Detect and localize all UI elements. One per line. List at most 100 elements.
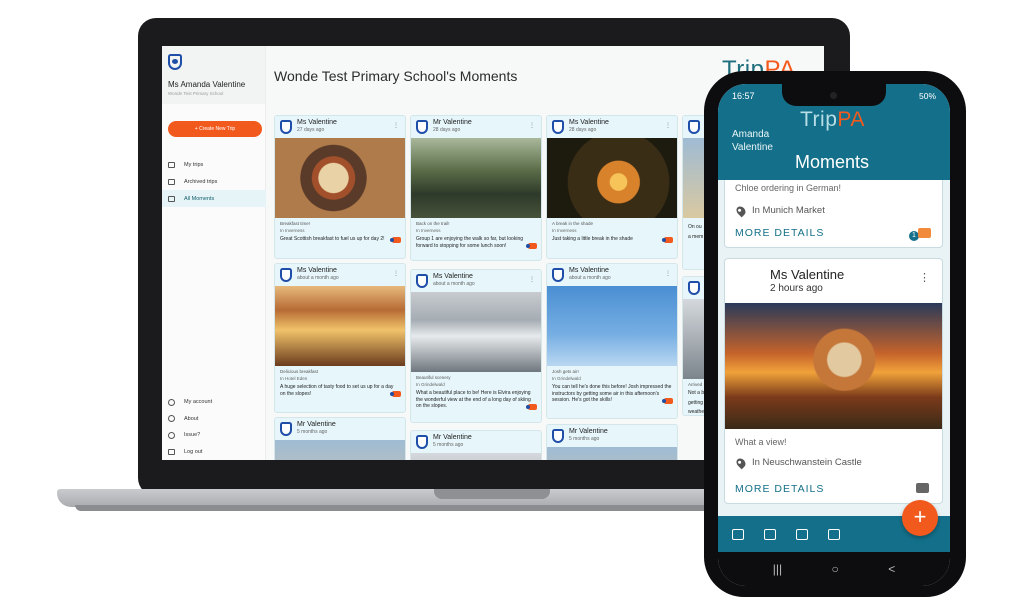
like-icon[interactable] [390,236,401,243]
kebab-menu-icon[interactable]: ⋮ [665,122,671,129]
card-caption: Chloe ordering in German! [735,183,842,193]
like-icon[interactable] [916,483,929,493]
card-location: In Hotel Eden [280,376,308,381]
card-time: 27 days ago [297,127,325,133]
moment-photo[interactable] [275,138,405,218]
briefcase-icon[interactable] [732,528,744,540]
card-time: 28 days ago [569,127,597,133]
home-icon[interactable]: ○ [832,562,839,576]
card-text: Great Scottish breakfast to fuel us up f… [280,236,385,242]
moment-photo[interactable] [275,440,405,460]
moment-card[interactable]: Mr Valentine 5 months ago [546,424,678,460]
create-trip-button[interactable]: + Create New Trip [168,121,262,137]
archive-icon[interactable] [828,528,840,540]
sidebar-item-my-trips[interactable]: My trips [162,156,266,173]
logout-icon [168,448,175,455]
moments-icon[interactable] [796,528,808,540]
card-author: Ms Valentine [569,119,609,126]
sidebar-item-archived-trips[interactable]: Archived trips [162,173,266,190]
page-title: Moments [795,152,870,172]
moment-card[interactable]: Mr Valentine 5 months ago [410,430,542,460]
phone-user: Amanda Valentine [732,128,773,154]
moment-photo[interactable] [411,138,541,218]
sidebar-item-label: Issue? [184,432,201,439]
kebab-menu-icon[interactable]: ⋮ [919,271,930,284]
calendar-icon[interactable] [764,528,776,540]
like-icon[interactable] [526,403,537,410]
moment-photo[interactable] [275,286,405,366]
moment-photo[interactable] [547,286,677,366]
sidebar-item-my-account[interactable]: My account [162,394,266,411]
tripa-logo: TripPA [800,108,865,132]
kebab-menu-icon[interactable]: ⋮ [529,276,535,283]
card-author: Ms Valentine [433,273,473,280]
kebab-menu-icon[interactable]: ⋮ [665,270,671,277]
sidebar-item-all-moments[interactable]: All Moments [162,190,266,207]
sidebar-item-log-out[interactable]: Log out [162,444,266,461]
card-location: In Neuschwanstein Castle [734,456,862,469]
sidebar-item-issue[interactable]: Issue? [162,427,266,444]
like-icon[interactable] [526,243,537,249]
card-time: 5 months ago [569,436,600,442]
card-author: Mr Valentine [433,434,472,441]
card-author: Ms Valentine [569,267,609,274]
avatar [552,429,564,443]
card-caption: What a view! [735,437,787,447]
logo-part-1: Trip [800,108,838,131]
kebab-menu-icon[interactable]: ⋮ [393,270,399,277]
card-location-text: In Neuschwanstein Castle [752,457,862,468]
moment-card[interactable]: Ms Valentine about a month ago ⋮ Josh ge… [546,263,678,419]
moment-photo[interactable] [547,138,677,218]
add-moment-button[interactable]: + [902,500,938,536]
card-time: 5 months ago [297,429,328,435]
sidebar-item-label: My account [184,399,213,406]
moment-photo[interactable] [725,303,942,429]
card-location-text: In Munich Market [752,205,825,216]
card-time: 28 days ago [433,127,461,133]
moment-card[interactable]: Ms Valentine about a month ago ⋮ Beautif… [410,269,542,423]
back-icon[interactable]: < [888,562,895,576]
card-location: In Inverness [416,228,441,233]
sidebar-item-label: My trips [184,161,204,168]
card-location: In Inverness [552,228,577,233]
logo-part-2: PA [837,108,865,131]
moments-icon [168,195,175,202]
card-text: Just taking a little break in the shade [552,236,633,242]
card-location: In Munich Market [734,204,825,217]
like-icon[interactable] [390,391,401,397]
card-caption: Breakfast time! [280,221,311,226]
moment-card[interactable]: Ms Valentine 27 days ago ⋮ Breakfast tim… [274,115,406,259]
avatar [688,281,700,295]
person-icon [168,398,175,406]
like-icon[interactable] [662,236,673,243]
recent-apps-icon[interactable]: ||| [773,562,782,576]
more-details-button[interactable]: MORE DETAILS [735,483,824,495]
card-text: Group 1 are enjoying the walk so far, bu… [416,236,524,249]
like-icon[interactable] [662,397,673,404]
user-first-name: Amanda [732,129,770,140]
kebab-menu-icon[interactable]: ⋮ [529,122,535,129]
moment-card[interactable]: Ms Valentine 2 hours ago ⋮ What a view! … [724,258,943,504]
avatar [280,268,292,282]
system-nav-bar: ||| ○ < [718,552,950,586]
moment-card[interactable]: Mr Valentine 28 days ago ⋮ Back on the t… [410,115,542,261]
moment-card[interactable]: Chloe ordering in German! In Munich Mark… [724,180,943,248]
like-icon[interactable] [918,228,931,238]
moment-photo[interactable] [411,453,541,460]
moment-card[interactable]: Ms Valentine 28 days ago ⋮ A break in th… [546,115,678,259]
moment-photo[interactable] [547,447,677,460]
page-title: Wonde Test Primary School's Moments [274,68,518,84]
kebab-menu-icon[interactable]: ⋮ [393,122,399,129]
more-details-button[interactable]: MORE DETAILS [735,227,824,239]
moment-card[interactable]: Mr Valentine 5 months ago [274,417,406,460]
moment-photo[interactable] [411,292,541,372]
sidebar-nav: My trips Archived trips All Moments [162,156,266,207]
help-icon [168,431,175,439]
card-caption: Josh gets air! [552,369,579,374]
card-caption: Delicious breakfast [280,369,319,374]
scene: Ms Amanda Valentine Wonde Test Primary S… [0,0,1024,614]
clock: 16:57 [732,91,755,101]
moment-card[interactable]: Ms Valentine about a month ago ⋮ Delicio… [274,263,406,413]
sidebar-item-label: Archived trips [184,178,218,185]
sidebar-item-about[interactable]: About [162,411,266,428]
